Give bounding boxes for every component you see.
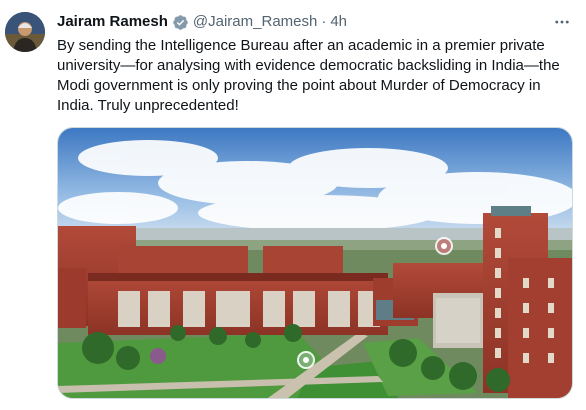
map-pin-icon (297, 351, 315, 369)
author-handle[interactable]: @Jairam_Ramesh (193, 12, 317, 32)
separator-dot: · (321, 13, 327, 30)
tweet-card[interactable]: Jairam Ramesh @Jairam_Ramesh · 4h By sen… (0, 0, 586, 410)
map-pin-icon (435, 237, 453, 255)
tweet-text: By sending the Intelligence Bureau after… (57, 37, 560, 114)
more-options-icon[interactable] (552, 12, 572, 32)
avatar[interactable] (5, 12, 45, 52)
avatar-image (5, 12, 45, 52)
author-name[interactable]: Jairam Ramesh (57, 12, 168, 32)
verified-badge-icon (172, 14, 189, 31)
tweet-header: Jairam Ramesh @Jairam_Ramesh · 4h (57, 12, 347, 32)
tweet-media[interactable] (57, 127, 573, 399)
timestamp[interactable]: 4h (330, 12, 347, 32)
campus-photo (58, 128, 572, 398)
